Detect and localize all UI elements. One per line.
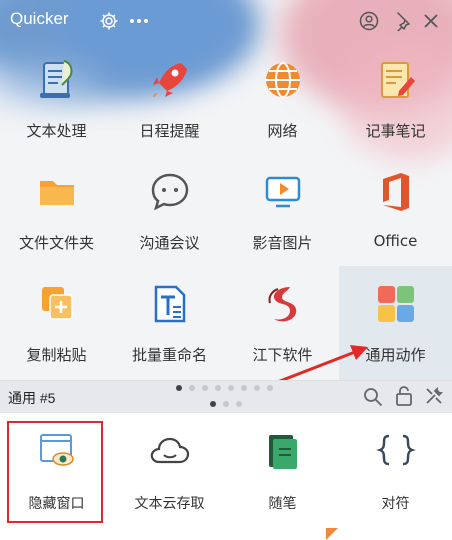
- page-dot[interactable]: [241, 385, 247, 391]
- page-dot[interactable]: [223, 401, 229, 407]
- highlight-box: [7, 421, 103, 523]
- tools-icon[interactable]: [424, 386, 444, 410]
- cloud-smile-icon: [146, 427, 194, 475]
- section-title[interactable]: 通用 #5: [8, 388, 55, 408]
- page-dot[interactable]: [202, 385, 208, 391]
- page-dot[interactable]: [215, 385, 221, 391]
- bottom-item-label: 随笔: [268, 496, 297, 512]
- lock-icon[interactable]: [395, 386, 413, 410]
- bottom-item-essay[interactable]: 随笔: [226, 421, 339, 531]
- bottom-item-label: 对符: [381, 496, 410, 512]
- braces-icon: [372, 427, 420, 475]
- page-dot[interactable]: [254, 385, 260, 391]
- page-dot[interactable]: [189, 385, 195, 391]
- bottom-item-text-cloud[interactable]: 文本云存取: [113, 421, 226, 531]
- corner-marker: [326, 528, 338, 540]
- page-dot[interactable]: [210, 401, 216, 407]
- page-dot[interactable]: [267, 385, 273, 391]
- search-icon[interactable]: [363, 387, 383, 411]
- section-bar: 通用 #5: [0, 380, 452, 413]
- page-dot[interactable]: [228, 385, 234, 391]
- page-dot[interactable]: [236, 401, 242, 407]
- bottom-item-symbols[interactable]: 对符: [339, 421, 452, 531]
- bottom-item-label: 文本云存取: [134, 496, 205, 512]
- page-dot[interactable]: [176, 385, 182, 391]
- green-doc-icon: [259, 427, 307, 475]
